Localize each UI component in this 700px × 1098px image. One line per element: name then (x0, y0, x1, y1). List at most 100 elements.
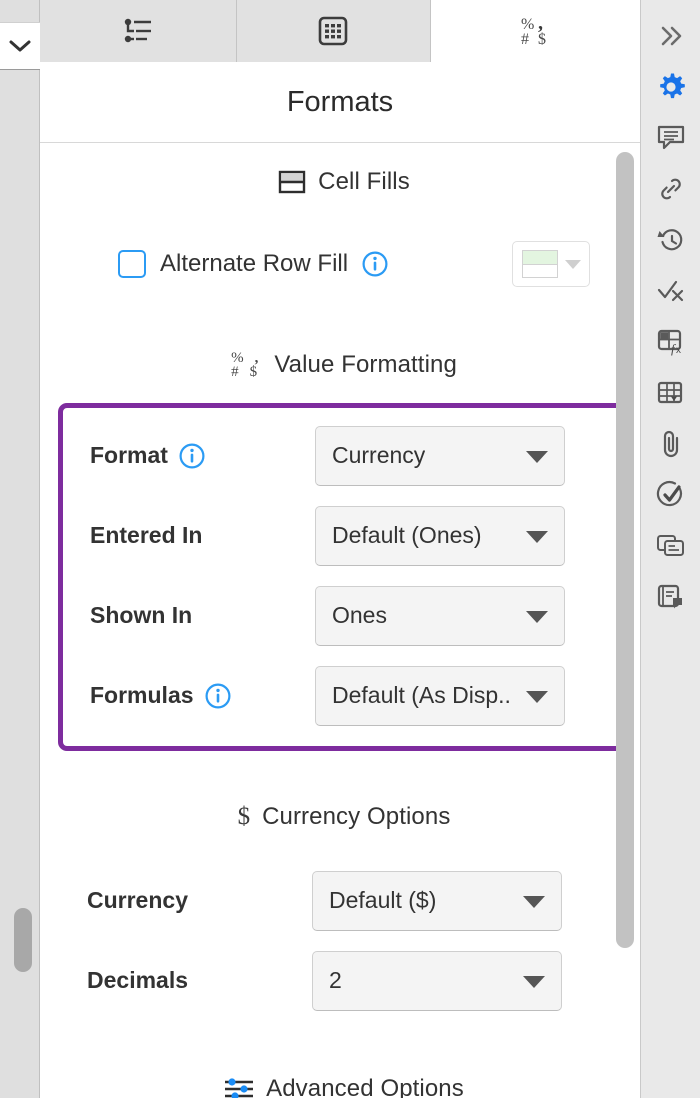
svg-text:x: x (676, 345, 681, 356)
dropdown-formulas[interactable]: Default (As Disp... (315, 665, 565, 726)
grid-table-icon (318, 16, 348, 46)
section-title-cell-fills: Cell Fills (318, 168, 410, 195)
label-decimals: Decimals (60, 967, 312, 994)
left-rail (0, 0, 40, 1098)
section-header-value-formatting: % , # $ Value Formatting (60, 350, 628, 381)
info-icon[interactable] (362, 251, 388, 277)
right-icon-rail: f x (640, 0, 700, 1098)
label-formulas-text: Formulas (90, 682, 194, 708)
dropdown-decimals[interactable]: 2 (312, 950, 562, 1011)
number-format-icon: % , # $ (231, 350, 263, 381)
rail-cards-button[interactable] (641, 520, 700, 571)
rail-approvals-button[interactable] (641, 469, 700, 520)
info-icon[interactable] (179, 443, 205, 469)
field-row-format: Format Currency (63, 416, 625, 496)
rail-expand-button[interactable] (641, 10, 700, 61)
rail-check-x-button[interactable] (641, 265, 700, 316)
chevron-down-icon (564, 259, 581, 269)
label-format-text: Format (90, 442, 168, 468)
dropdown-format-value: Currency (332, 442, 426, 468)
svg-text:$: $ (538, 31, 546, 48)
table-dropdown-icon (657, 381, 682, 403)
section-title-currency-options: Currency Options (262, 802, 451, 830)
dropdown-entered-in-value: Default (Ones) (332, 522, 482, 548)
label-shown-in: Shown In (63, 602, 315, 629)
section-header-cell-fills: Cell Fills (60, 168, 628, 196)
left-scrollbar-thumb[interactable] (14, 908, 32, 972)
tab-outline[interactable] (40, 0, 237, 62)
field-row-formulas: Formulas Default (As Disp... (63, 656, 625, 736)
alternate-row-fill-checkbox[interactable] (118, 250, 146, 278)
cards-icon (656, 534, 684, 556)
dropdown-currency[interactable]: Default ($) (312, 870, 562, 931)
tab-table[interactable] (236, 0, 431, 62)
label-currency: Currency (60, 887, 312, 914)
section-title-advanced-options: Advanced Options (266, 1074, 464, 1098)
info-icon[interactable] (205, 683, 231, 709)
label-entered-in: Entered In (63, 522, 315, 549)
formats-panel: % , # $ Formats Cell Fills Alternate Row… (40, 0, 640, 1098)
formula-table-icon: f x (657, 329, 681, 356)
label-formulas: Formulas (63, 682, 315, 709)
dropdown-shown-in[interactable]: Ones (315, 585, 565, 646)
value-formatting-group: Format Currency Entered In Default (Ones… (58, 402, 630, 751)
rail-table-menu-button[interactable] (641, 367, 700, 418)
history-icon (657, 228, 682, 250)
svg-text:#: # (521, 31, 529, 48)
check-circle-icon (656, 480, 682, 506)
field-row-shown-in: Shown In Ones (63, 576, 625, 656)
rail-links-button[interactable] (641, 163, 700, 214)
tab-formats[interactable]: % , # $ (430, 0, 640, 62)
chevron-down-icon (523, 975, 545, 988)
dropdown-formulas-value: Default (As Disp... (332, 682, 512, 708)
rail-history-button[interactable] (641, 214, 700, 265)
paperclip-icon (663, 430, 678, 457)
comment-icon (657, 125, 684, 149)
panel-scrollbar-thumb[interactable] (616, 152, 634, 948)
number-format-icon: % , # $ (521, 13, 546, 48)
dropdown-entered-in[interactable]: Default (Ones) (315, 505, 565, 566)
chevron-down-icon (523, 895, 545, 908)
sliders-icon (225, 1077, 254, 1098)
dropdown-shown-in-value: Ones (332, 602, 387, 628)
field-row-currency: Currency Default ($) (60, 861, 628, 941)
chevron-down-icon (526, 610, 548, 623)
section-header-currency-options: $ Currency Options (60, 803, 628, 831)
formats-panel-window: % , # $ Formats Cell Fills Alternate Row… (0, 0, 700, 1098)
label-decimals-text: Decimals (87, 967, 189, 993)
cell-fill-icon (278, 170, 306, 194)
section-header-advanced-options[interactable]: Advanced Options (60, 1075, 628, 1098)
dropdown-format[interactable]: Currency (315, 425, 565, 486)
chevron-down-icon (526, 530, 548, 543)
panel-scroll-body: Cell Fills Alternate Row Fill % , # $ Va… (40, 144, 640, 1098)
outline-list-icon (124, 18, 151, 43)
chevron-down-icon (526, 450, 548, 463)
alternate-row-fill-color-button[interactable] (512, 241, 590, 287)
rail-attachments-button[interactable] (641, 418, 700, 469)
dollar-icon: $ (237, 802, 251, 830)
gear-icon (659, 73, 685, 98)
chevron-down-icon (526, 690, 548, 703)
section-title-value-formatting: Value Formatting (274, 351, 457, 379)
field-row-decimals: Decimals 2 (60, 941, 628, 1021)
alternate-row-fill-label: Alternate Row Fill (160, 250, 349, 277)
dropdown-currency-value: Default ($) (329, 887, 437, 913)
alternate-row-fill-row: Alternate Row Fill (60, 241, 628, 287)
rail-settings-button[interactable] (641, 61, 700, 112)
color-swatch (521, 250, 558, 278)
rail-notes-button[interactable] (641, 571, 700, 622)
label-shown-in-text: Shown In (90, 602, 193, 628)
note-comment-icon (657, 584, 682, 608)
label-currency-text: Currency (87, 887, 188, 913)
chevrons-right-icon (661, 26, 681, 45)
dropdown-decimals-value: 2 (329, 967, 342, 993)
panel-tabstrip: % , # $ (40, 0, 640, 62)
rail-formula-button[interactable]: f x (641, 316, 700, 367)
link-icon (660, 178, 681, 199)
label-format: Format (63, 442, 315, 469)
label-entered-in-text: Entered In (90, 522, 203, 548)
field-row-entered-in: Entered In Default (Ones) (63, 496, 625, 576)
page-title: Formats (40, 62, 640, 143)
check-x-icon (657, 280, 683, 301)
rail-comments-button[interactable] (641, 112, 700, 163)
